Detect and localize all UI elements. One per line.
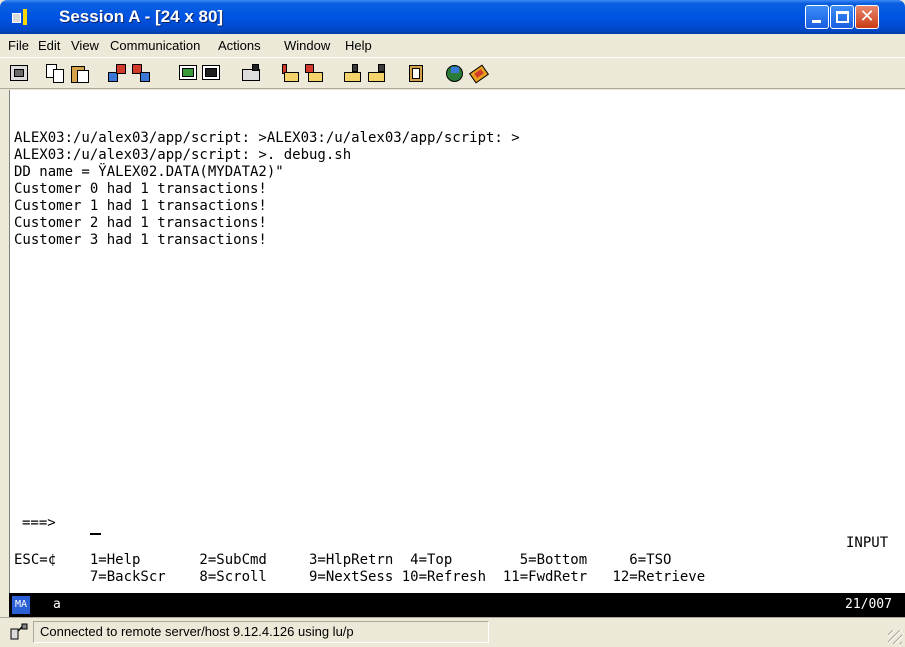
macro-record-icon[interactable] xyxy=(280,63,301,84)
resize-grip[interactable] xyxy=(888,630,902,644)
send-file-icon[interactable] xyxy=(107,63,128,84)
menu-communication[interactable]: Communication xyxy=(110,38,200,53)
terminal-screen[interactable]: ALEX03:/u/alex03/app/script: >ALEX03:/u/… xyxy=(9,90,905,593)
display-dark-icon[interactable] xyxy=(201,63,222,84)
connection-icon xyxy=(9,623,29,641)
terminal-line: Customer 2 had 1 transactions! xyxy=(14,215,267,231)
macro-stop-icon[interactable] xyxy=(304,63,325,84)
toolbar xyxy=(0,57,905,89)
play-macro-icon[interactable] xyxy=(343,63,364,84)
terminal-line: Customer 3 had 1 transactions! xyxy=(14,232,267,248)
paste-icon[interactable] xyxy=(70,63,91,84)
close-icon: ✕ xyxy=(859,6,875,27)
display-icon[interactable] xyxy=(178,63,199,84)
cursor-position: 21/007 xyxy=(845,597,892,612)
copy-icon[interactable] xyxy=(45,63,66,84)
receive-file-icon[interactable] xyxy=(131,63,152,84)
menu-file[interactable]: File xyxy=(8,38,29,53)
session-icon[interactable] xyxy=(12,9,34,25)
session-active-indicator: MA xyxy=(12,596,30,614)
terminal-line: ALEX03:/u/alex03/app/script: >. debug.sh xyxy=(14,147,352,163)
session-letter: a xyxy=(53,597,61,612)
minimize-icon xyxy=(812,20,821,23)
command-input-cursor[interactable] xyxy=(90,533,101,535)
close-button[interactable]: ✕ xyxy=(855,5,879,29)
terminal-line: ALEX03:/u/alex03/app/script: >ALEX03:/u/… xyxy=(14,130,520,146)
status-bar: Connected to remote server/host 9.12.4.1… xyxy=(0,617,905,647)
help-book-icon[interactable] xyxy=(468,63,489,84)
menu-view[interactable]: View xyxy=(71,38,99,53)
mode-indicator: INPUT xyxy=(846,535,889,551)
minimize-button[interactable] xyxy=(805,5,829,29)
play-macro-2-icon[interactable] xyxy=(367,63,388,84)
pf-key-row-2: 7=BackScr 8=Scroll 9=NextSess 10=Refresh… xyxy=(14,569,706,585)
operator-info-area: MA a 21/007 xyxy=(9,593,905,617)
terminal-line: Customer 1 had 1 transactions! xyxy=(14,198,267,214)
clipboard-icon[interactable] xyxy=(406,63,427,84)
menu-edit[interactable]: Edit xyxy=(38,38,60,53)
pf-key-row-1: ESC=¢ 1=Help 2=SubCmd 3=HlpRetrn 4=Top 5… xyxy=(14,552,672,568)
command-prompt: ===> xyxy=(22,515,56,531)
menu-help[interactable]: Help xyxy=(345,38,372,53)
menu-actions[interactable]: Actions xyxy=(218,38,261,53)
terminal-line: DD name = ŸALEX02.DATA(MYDATA2)" xyxy=(14,164,284,180)
print-screen-icon[interactable] xyxy=(9,63,30,84)
status-message-panel: Connected to remote server/host 9.12.4.1… xyxy=(33,621,489,643)
status-message: Connected to remote server/host 9.12.4.1… xyxy=(40,624,354,639)
emulator-window: Session A - [24 x 80] ✕ File Edit View C… xyxy=(0,0,905,647)
keyboard-map-icon[interactable] xyxy=(241,63,262,84)
terminal-line: Customer 0 had 1 transactions! xyxy=(14,181,267,197)
maximize-icon xyxy=(836,11,849,23)
window-title: Session A - [24 x 80] xyxy=(59,7,224,26)
globe-icon[interactable] xyxy=(444,63,465,84)
menu-window[interactable]: Window xyxy=(284,38,330,53)
menu-bar: File Edit View Communication Actions Win… xyxy=(0,34,905,57)
maximize-button[interactable] xyxy=(830,5,854,29)
title-bar[interactable]: Session A - [24 x 80] ✕ xyxy=(0,0,905,34)
